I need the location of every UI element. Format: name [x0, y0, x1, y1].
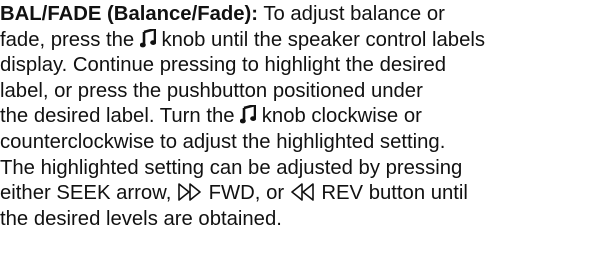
text-line: counterclockwise to adjust the highlight…: [0, 130, 599, 156]
text-span: knob until the speaker control labels: [155, 28, 486, 51]
text-span: To adjust balance or: [258, 3, 445, 25]
text-span: the desired label. Turn the: [0, 105, 241, 128]
text-span: knob clockwise or: [256, 105, 422, 128]
text-line: label, or press the pushbutton positione…: [0, 79, 599, 105]
text-span: fade, press the: [0, 28, 140, 51]
text-span: label, or press the pushbutton positione…: [0, 79, 423, 102]
music-note-icon: [139, 28, 156, 48]
text-line: the desired levels are obtained.: [0, 207, 599, 233]
text-line: fade, press the knob until the speaker c…: [0, 28, 599, 54]
text-span: The highlighted setting can be adjusted …: [0, 156, 463, 179]
text-span: either SEEK arrow,: [0, 182, 177, 205]
music-note-icon: [240, 105, 257, 124]
text-line: display. Continue pressing to highlight …: [0, 53, 599, 79]
text-span: the desired levels are obtained.: [0, 207, 282, 230]
text-span: REV button until: [315, 182, 468, 205]
text-line: The highlighted setting can be adjusted …: [0, 156, 599, 182]
text-line: BAL/FADE (Balance/Fade): To adjust balan…: [0, 2, 599, 28]
double-triangle-left-icon: [290, 183, 316, 201]
term-heading: BAL/FADE (Balance/Fade):: [0, 3, 259, 25]
double-triangle-right-icon: [177, 183, 203, 201]
text-line: the desired label. Turn the knob clockwi…: [0, 104, 599, 130]
text-line: either SEEK arrow, FWD, or REV button un…: [0, 181, 599, 207]
text-span: FWD, or: [202, 182, 290, 205]
text-span: counterclockwise to adjust the highlight…: [0, 130, 446, 153]
manual-paragraph: BAL/FADE (Balance/Fade): To adjust balan…: [0, 2, 599, 232]
text-span: display. Continue pressing to highlight …: [0, 54, 447, 77]
